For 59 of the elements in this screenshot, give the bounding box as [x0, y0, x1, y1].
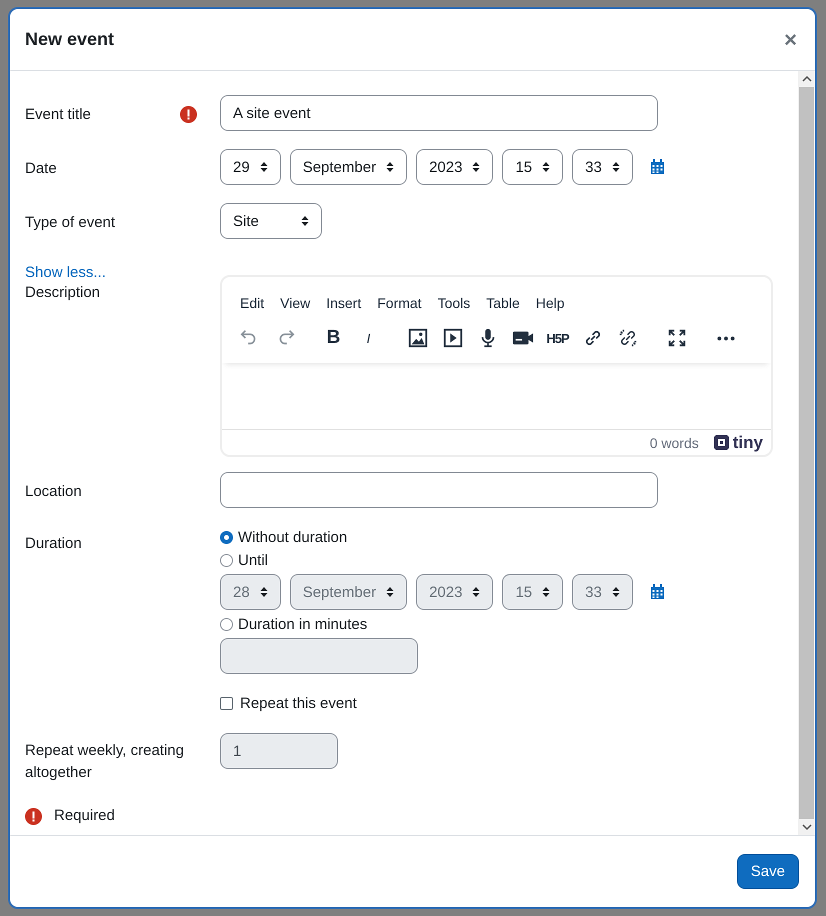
close-button[interactable]: ×	[780, 26, 801, 52]
dialog-title: New event	[25, 29, 114, 50]
sort-caret-icon	[301, 215, 309, 227]
dropdown-select[interactable]: Site	[220, 203, 322, 239]
field-label: Repeat weekly, creating altogether	[25, 741, 185, 783]
calendar-icon[interactable]	[650, 584, 665, 600]
radio-label: Without duration	[238, 529, 348, 546]
sort-caret-icon	[612, 586, 620, 598]
dropdown-select[interactable]: 29	[220, 149, 281, 185]
field-label: Type of event	[25, 213, 116, 233]
sort-caret-icon	[386, 161, 394, 173]
radio-button[interactable]	[220, 618, 233, 631]
radio-label: Duration in minutes	[238, 616, 368, 633]
save-button[interactable]: Save	[736, 854, 799, 889]
text-field[interactable]: A site event	[220, 95, 658, 131]
dropdown-select[interactable]: September	[290, 149, 408, 185]
dropdown-select[interactable]: 2023	[416, 149, 494, 185]
menu-item[interactable]: Table	[478, 291, 528, 315]
sort-caret-icon	[542, 161, 550, 173]
field-label: Event title	[25, 105, 91, 125]
sort-caret-icon	[472, 161, 480, 173]
dropdown-select[interactable]: 15	[502, 149, 564, 185]
dropdown-select[interactable]: 33	[572, 149, 633, 185]
field-label: Description	[25, 283, 100, 303]
h5p-button[interactable]: H5P	[540, 321, 575, 355]
field-label: Date	[25, 159, 57, 179]
field-label: Location	[25, 482, 82, 502]
menu-item[interactable]: View	[272, 291, 318, 315]
tiny-logo: tiny	[712, 432, 763, 452]
menu-item[interactable]: Help	[528, 291, 573, 315]
sort-caret-icon	[260, 586, 268, 598]
more-icon	[716, 336, 734, 340]
word-count: 0 words	[650, 434, 699, 450]
show-less-link[interactable]: Show less...	[25, 264, 106, 281]
calendar-icon[interactable]	[650, 159, 665, 175]
play-icon	[442, 327, 464, 349]
menu-item[interactable]: Insert	[318, 291, 370, 315]
field-label: Duration	[25, 534, 82, 554]
sort-caret-icon	[260, 161, 268, 173]
menu-item[interactable]: Tools	[430, 291, 478, 315]
required-icon	[25, 808, 42, 825]
sort-caret-icon	[612, 161, 620, 173]
bold-button[interactable]: B	[316, 321, 351, 355]
sort-caret-icon	[472, 586, 480, 598]
sort-caret-icon	[386, 586, 394, 598]
scrollbar[interactable]	[798, 71, 815, 835]
menu-item[interactable]: Edit	[232, 291, 272, 315]
radio-label: Until	[238, 552, 268, 569]
rich-text-editor[interactable]: Edit View Insert Format Tools Table Help B I H5P 0 words tiny	[220, 275, 773, 457]
radio-button[interactable]	[220, 554, 233, 567]
text-field[interactable]	[220, 472, 658, 508]
checkbox-label: Repeat this event	[240, 695, 357, 712]
menu-item[interactable]: Format	[369, 291, 430, 315]
image-icon	[406, 327, 428, 349]
italic-button[interactable]: I	[351, 321, 386, 355]
radio-button[interactable]	[220, 531, 233, 544]
checkbox[interactable]	[220, 697, 233, 710]
sort-caret-icon	[542, 586, 550, 598]
required-note: Required	[54, 807, 115, 824]
